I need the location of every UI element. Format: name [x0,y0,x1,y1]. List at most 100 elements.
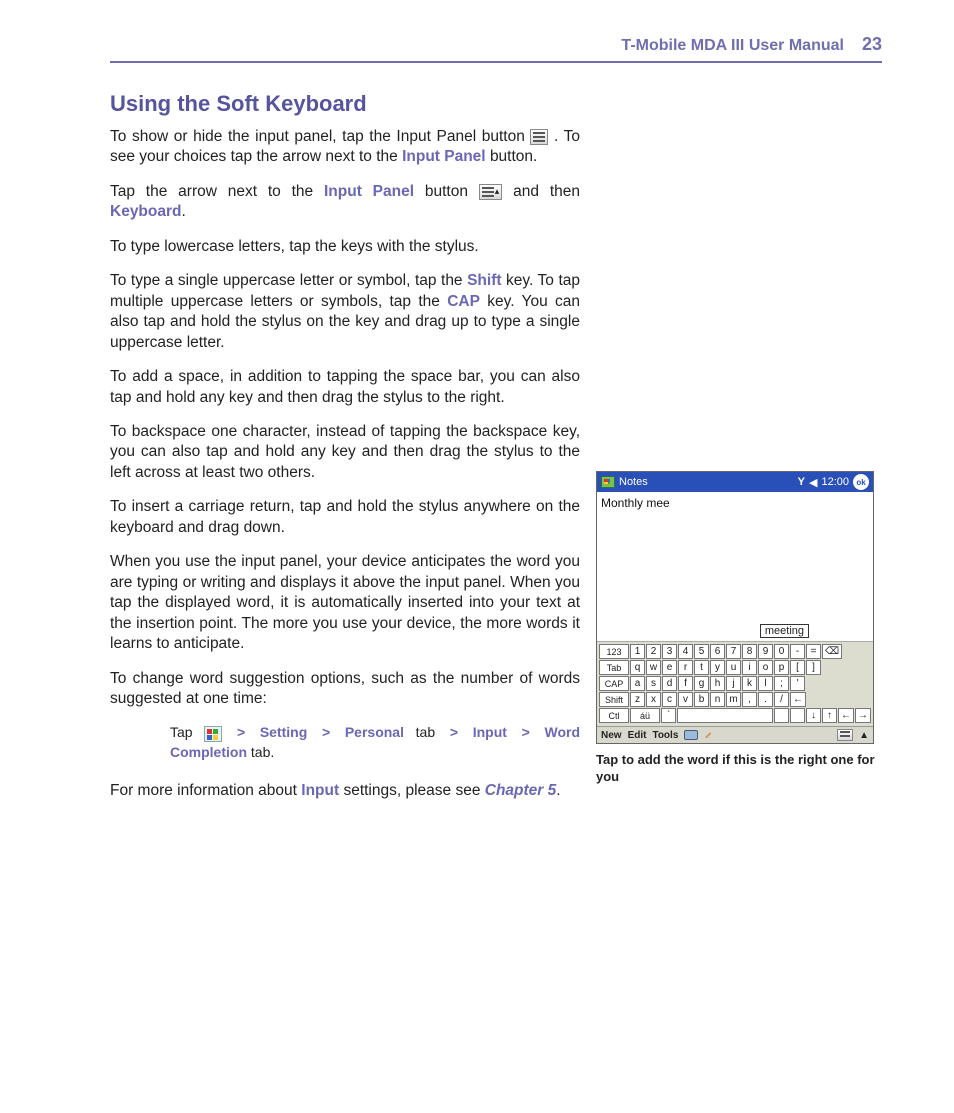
speaker-icon: ◀ [809,476,817,489]
paragraph: To backspace one character, instead of t… [110,422,580,483]
key: = [806,644,821,659]
key: x [646,692,661,707]
key: / [774,692,789,707]
input-panel-arrow-icon: ▴ [479,184,503,200]
key: t [694,660,709,675]
key: 8 [742,644,757,659]
key: ↑ [822,708,837,723]
key: b [694,692,709,707]
caret-up-icon: ▲ [859,730,869,741]
key: 3 [662,644,677,659]
device-screenshot: Notes Y ◀ 12:00 ok Monthly mee meeting 1… [596,471,874,744]
key: k [742,676,757,691]
chevron-right-icon: > [319,724,333,740]
key: ; [774,676,789,691]
term-shift: Shift [467,272,501,289]
key: v [678,692,693,707]
key: 123 [599,644,629,659]
keyboard-row: CAPasdfghjkl;' [599,676,871,691]
keyboard-row: Shiftzxcvbnm,./← [599,692,871,707]
key: e [662,660,677,675]
main-column: Using the Soft Keyboard To show or hide … [110,91,580,815]
key: u [726,660,741,675]
keyboard-row: Ctláü`↓↑←→ [599,708,871,723]
header-title: T-Mobile MDA III User Manual [621,37,844,55]
key: . [758,692,773,707]
keyboard-row: 1231234567890-=⌫ [599,644,871,659]
key: n [710,692,725,707]
key: [ [790,660,805,675]
key: ← [838,708,854,723]
term-cap: CAP [447,293,480,310]
key: 2 [646,644,661,659]
input-panel-icon [530,129,548,145]
key: ] [806,660,821,675]
key: Ctl [599,708,629,723]
key: ↓ [806,708,821,723]
soft-keyboard: 1231234567890-=⌫ Tabqwertyuiop[] CAPasdf… [597,642,873,726]
header-rule [110,61,882,63]
chevron-right-icon: > [447,724,461,740]
running-header: T-Mobile MDA III User Manual 23 [110,34,882,55]
key: 5 [694,644,709,659]
paragraph: Tap the arrow next to the Input Panel bu… [110,182,580,223]
nav-setting: Setting [260,724,307,740]
key: j [726,676,741,691]
key: p [774,660,789,675]
keyboard-row: Tabqwertyuiop[] [599,660,871,675]
device-app-name: Notes [619,476,648,488]
term-input-panel: Input Panel [324,183,414,200]
paragraph: For more information about Input setting… [110,781,580,801]
term-keyboard: Keyboard [110,203,182,220]
device-footer: New Edit Tools ▲ [597,726,873,743]
key: z [630,692,645,707]
navigation-steps: Tap > Setting > Personal tab > Input > W… [170,723,580,762]
key: Shift [599,692,629,707]
footer-tools: Tools [652,730,678,741]
key: c [662,692,677,707]
word-suggestion: meeting [760,624,809,638]
term-chapter5: Chapter 5 [485,782,557,799]
key: ⌫ [822,644,842,659]
signal-icon: Y [798,476,805,488]
start-flag-icon [601,476,615,488]
key: 1 [630,644,645,659]
key: áü [630,708,660,723]
key: i [742,660,757,675]
key: - [790,644,805,659]
device-text-area: Monthly mee [597,492,873,642]
key: q [630,660,645,675]
key: o [758,660,773,675]
key: 0 [774,644,789,659]
ok-button: ok [853,474,869,490]
key: 7 [726,644,741,659]
start-flag-icon [204,726,222,742]
footer-edit: Edit [628,730,647,741]
key: 6 [710,644,725,659]
input-panel-icon [837,729,853,741]
key: m [726,692,741,707]
term-input-panel: Input Panel [402,148,486,165]
paragraph: When you use the input panel, your devic… [110,552,580,654]
key: CAP [599,676,629,691]
nav-personal: Personal [345,724,404,740]
cassette-icon [684,730,698,740]
key: r [678,660,693,675]
device-clock: 12:00 [821,476,849,488]
figure-caption: Tap to add the word if this is the right… [596,752,876,786]
key: h [710,676,725,691]
key: ← [790,692,806,707]
key: d [662,676,677,691]
paragraph: To show or hide the input panel, tap the… [110,127,580,168]
key: → [855,708,871,723]
key [677,708,773,723]
paragraph: To change word suggestion options, such … [110,669,580,710]
typed-text: Monthly mee [601,496,670,510]
paragraph: To type a single uppercase letter or sym… [110,271,580,353]
pencil-icon [704,729,716,741]
paragraph: To type lowercase letters, tap the keys … [110,237,580,257]
term-input: Input [301,782,339,799]
paragraph: To insert a carriage return, tap and hol… [110,497,580,538]
chevron-right-icon: > [519,724,533,740]
key [774,708,789,723]
